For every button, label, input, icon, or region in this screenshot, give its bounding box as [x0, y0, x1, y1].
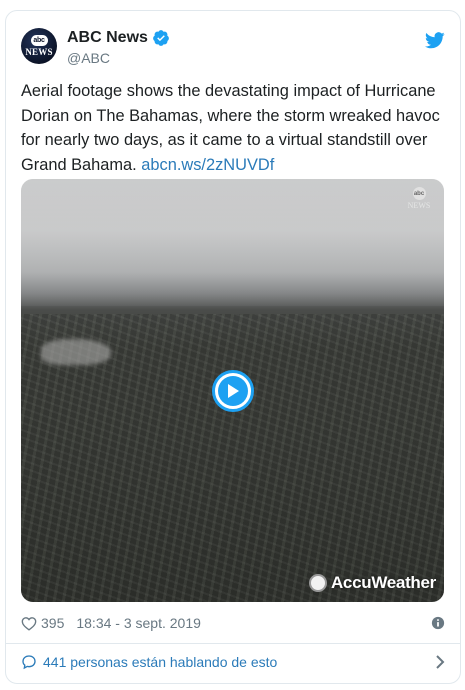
play-button-inner [218, 376, 248, 406]
like-button[interactable]: 395 [21, 615, 76, 631]
watermark-text: AccuWeather [330, 573, 436, 592]
tweet-text: Aerial footage shows the devastating imp… [21, 79, 441, 177]
name-row: ABC News [67, 28, 170, 48]
display-name[interactable]: ABC News [67, 28, 148, 48]
avatar[interactable]: abc NEWS [21, 28, 57, 64]
tweet-header: abc NEWS ABC News @ABC [21, 28, 445, 70]
video-thumbnail[interactable]: abc NEWS AccuWeather [21, 179, 444, 602]
accuweather-watermark: AccuWeather [308, 572, 436, 594]
play-button[interactable] [212, 370, 254, 412]
heart-icon [21, 616, 37, 631]
conversation-text: 441 personas están hablando de esto [43, 654, 278, 670]
verified-badge-icon [153, 30, 169, 46]
video-water [41, 339, 111, 365]
conversation-link[interactable]: 441 personas están hablando de esto [21, 651, 445, 673]
tweet-link[interactable]: abcn.ws/2zNUVDf [141, 156, 274, 174]
corner-logo-bottom: NEWS [407, 201, 431, 210]
play-icon [228, 384, 239, 398]
speech-bubble-icon [22, 655, 36, 670]
video-sky [21, 179, 444, 306]
info-icon[interactable] [431, 616, 445, 630]
tweet-meta: 395 18:34 - 3 sept. 2019 [21, 613, 445, 633]
tweet-card: abc NEWS ABC News @ABC Aerial footage sh… [5, 10, 461, 684]
avatar-bottom-text: NEWS [25, 47, 53, 57]
author-block: ABC News @ABC [67, 28, 170, 67]
abc-logo-circle: abc [30, 35, 48, 46]
abc-news-corner-logo: abc NEWS [404, 187, 434, 213]
corner-logo-top: abc [412, 187, 426, 200]
divider [6, 643, 460, 644]
accuweather-sun-icon [308, 574, 327, 592]
chevron-right-icon [436, 655, 445, 669]
handle[interactable]: @ABC [67, 49, 170, 67]
avatar-top-text: abc [33, 37, 45, 44]
timestamp[interactable]: 18:34 - 3 sept. 2019 [76, 615, 201, 631]
like-count: 395 [41, 615, 65, 631]
twitter-bird-icon[interactable] [425, 32, 445, 49]
